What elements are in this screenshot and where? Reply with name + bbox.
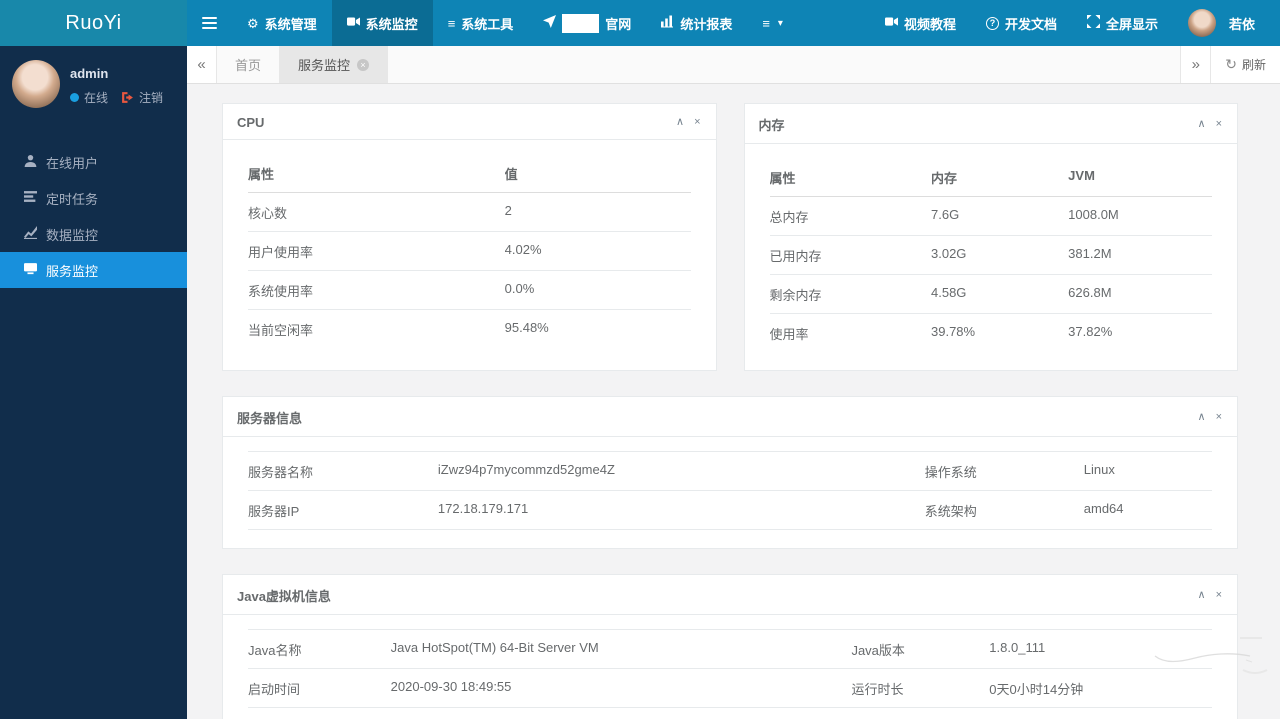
redaction-box — [562, 13, 600, 33]
table-row: 系统使用率 0.0% — [248, 271, 691, 310]
nav-system-monitor[interactable]: 系统监控 — [331, 0, 433, 46]
monitor-icon — [24, 262, 37, 278]
camera-icon — [346, 15, 360, 31]
close-icon[interactable]: × — [1216, 590, 1222, 601]
panel-title: 服务器信息 — [237, 411, 303, 426]
tab-home[interactable]: 首页 — [217, 46, 281, 83]
table-row: 用户使用率 4.02% — [248, 232, 691, 271]
table-header-row: 属性 内存 JVM — [769, 158, 1212, 197]
angle-double-left-icon: « — [197, 56, 206, 73]
nav-statistics-report[interactable]: 统计报表 — [646, 0, 747, 46]
sidebar-item-scheduled-tasks[interactable]: 定时任务 — [0, 180, 187, 216]
nav-system-tools[interactable]: ≡ 系统工具 — [433, 0, 529, 46]
sidebar-item-online-users[interactable]: 在线用户 — [0, 144, 187, 180]
nav-more-dropdown[interactable]: ≡ ▾ — [747, 0, 798, 46]
panel-title: CPU — [237, 115, 265, 130]
tab-service-monitor[interactable]: 服务监控 × — [280, 46, 389, 83]
table-row: 启动时间 2020-09-30 18:49:55 运行时长 0天0小时14分钟 — [248, 669, 1212, 708]
table-row: 服务器IP 172.18.179.171 系统架构 amd64 — [248, 491, 1212, 530]
sign-out-icon — [121, 91, 134, 104]
table-row: 当前空闲率 95.48% — [248, 320, 549, 338]
navbar-right: 视频教程 ? 开发文档 全屏显示 若依 — [870, 0, 1280, 46]
send-icon — [543, 15, 557, 31]
collapse-icon[interactable]: ∧ — [1198, 412, 1206, 423]
menu-icon: ≡ — [762, 15, 770, 31]
jvm-info-panel: Java虚拟机信息 ∧ × Java名称 Java HotSpot(TM) 64… — [222, 574, 1238, 719]
cpu-table: 属性 值 核心数 2 用户使用率 4.02% 系统使用率 0.0% 当前空闲率 … — [248, 154, 691, 348]
table-row: 已用内存 3.02G 381.2M — [769, 236, 1212, 275]
sidebar-item-data-monitor[interactable]: 数据监控 — [0, 216, 187, 252]
nav-user-menu[interactable]: 若依 — [1173, 0, 1270, 46]
nav-system-management[interactable]: ⚙ 系统管理 — [232, 0, 332, 46]
table-row: 剩余内存 4.58G 626.8M — [769, 275, 1212, 314]
app-logo[interactable]: RuoYi — [0, 0, 187, 46]
table-row: 核心数 2 — [248, 193, 691, 232]
sidebar-toggle-button[interactable] — [187, 0, 232, 46]
close-icon[interactable]: × — [1216, 412, 1222, 423]
nav-fullscreen[interactable]: 全屏显示 — [1072, 0, 1173, 46]
top-navbar: RuoYi ⚙ 系统管理 系统监控 ≡ 系统工具 官网 统计报表 ≡ ▾ 视频教… — [0, 0, 1280, 46]
sidebar-item-service-monitor[interactable]: 服务监控 — [0, 252, 187, 288]
tabs-scroll-right-button[interactable]: » — [1180, 46, 1211, 83]
question-icon: ? — [985, 16, 999, 30]
refresh-button[interactable]: ↻ 刷新 — [1210, 46, 1280, 83]
sidebar: admin 在线 注销 在线用户 定时任务 数据监控 服务监控 — [0, 46, 187, 719]
close-icon[interactable]: × — [694, 117, 700, 128]
angle-double-right-icon: » — [1191, 56, 1200, 73]
tabs-spacer — [388, 46, 1180, 83]
close-icon[interactable]: × — [1216, 119, 1222, 130]
panel-title: 内存 — [758, 118, 785, 133]
nav-video-tutorial[interactable]: 视频教程 — [870, 0, 971, 46]
memory-panel: 内存 ∧ × 属性 内存 JVM 总内存 7.6G 1008.0M 已用内存 3… — [743, 103, 1238, 371]
table-row: 安装路径 /usr/java/jdk1.8.0_111/jre — [248, 708, 1212, 719]
fullscreen-icon — [1086, 15, 1100, 31]
table-row: 使用率 39.78% 37.82% — [769, 324, 1113, 342]
cpu-panel: CPU ∧ × 属性 值 核心数 2 用户使用率 4.02% 系统使用率 0.0… — [222, 103, 717, 371]
sidebar-menu: 在线用户 定时任务 数据监控 服务监控 — [0, 144, 187, 288]
user-icon — [24, 154, 37, 170]
refresh-icon: ↻ — [1225, 56, 1237, 72]
jvm-table: Java名称 Java HotSpot(TM) 64-Bit Server VM… — [248, 629, 1212, 719]
username: admin — [70, 66, 109, 81]
nav-dev-docs[interactable]: ? 开发文档 — [971, 0, 1072, 46]
collapse-icon[interactable]: ∧ — [1198, 119, 1206, 130]
video-icon — [884, 15, 898, 31]
main-content: CPU ∧ × 属性 值 核心数 2 用户使用率 4.02% 系统使用率 0.0… — [187, 84, 1280, 719]
collapse-icon[interactable]: ∧ — [676, 117, 684, 128]
nav-official-site[interactable]: 官网 — [528, 0, 646, 46]
user-profile: admin 在线 注销 — [0, 46, 187, 126]
tabs-scroll-left-button[interactable]: « — [187, 46, 217, 83]
table-row: 服务器名称 iZwz94p7mycommzd52gme4Z 操作系统 Linux — [248, 451, 1212, 491]
online-status-label: 在线 — [84, 91, 109, 105]
close-icon[interactable]: × — [357, 58, 370, 71]
logout-link[interactable]: 注销 — [139, 89, 163, 106]
panel-title: Java虚拟机信息 — [237, 589, 331, 604]
gear-icon: ⚙ — [247, 15, 259, 31]
data-chart-icon — [24, 226, 37, 242]
server-table: 服务器名称 iZwz94p7mycommzd52gme4Z 操作系统 Linux… — [248, 451, 1212, 530]
tasks-icon — [24, 190, 37, 206]
memory-table: 属性 内存 JVM 总内存 7.6G 1008.0M 已用内存 3.02G 38… — [769, 158, 1212, 352]
hamburger-icon — [202, 17, 217, 29]
table-header-row: 属性 值 — [248, 154, 691, 193]
list-icon: ≡ — [447, 15, 456, 31]
collapse-icon[interactable]: ∧ — [1198, 590, 1206, 601]
chevron-down-icon: ▾ — [777, 17, 783, 29]
tab-bar: « 首页 服务监控 × » ↻ 刷新 — [187, 46, 1280, 84]
table-row: Java名称 Java HotSpot(TM) 64-Bit Server VM… — [248, 629, 1212, 669]
server-info-panel: 服务器信息 ∧ × 服务器名称 iZwz94p7mycommzd52gme4Z … — [222, 396, 1238, 549]
bar-chart-icon — [661, 15, 674, 31]
avatar — [1187, 9, 1216, 37]
table-row: 总内存 7.6G 1008.0M — [769, 197, 1212, 236]
avatar[interactable] — [12, 60, 60, 108]
main-menu: ⚙ 系统管理 系统监控 ≡ 系统工具 官网 统计报表 ≡ ▾ — [187, 0, 870, 46]
online-dot-icon — [70, 93, 79, 102]
